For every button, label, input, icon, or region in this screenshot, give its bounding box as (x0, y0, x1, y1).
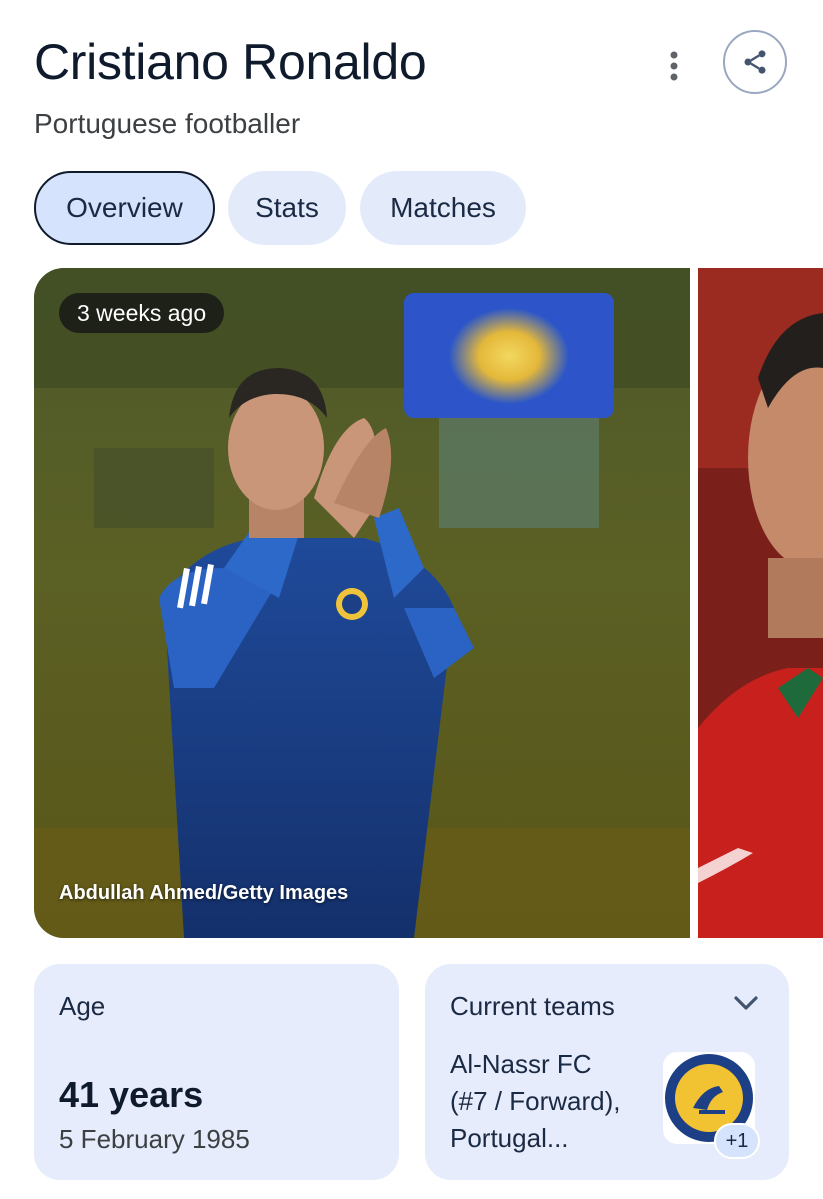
time-badge: 3 weeks ago (59, 293, 225, 333)
team-line-3: Portugal... (450, 1123, 569, 1153)
player-photo-second[interactable] (698, 268, 823, 938)
age-card[interactable]: Age 41 years 5 February 1985 (34, 964, 399, 1180)
share-button[interactable] (723, 30, 787, 94)
teams-list: Al-Nassr FC (#7 / Forward), Portugal... (450, 1046, 655, 1157)
age-label: Age (59, 991, 106, 1021)
date-of-birth: 5 February 1985 (59, 1124, 250, 1154)
team-line-2: (#7 / Forward), (450, 1086, 621, 1116)
tab-matches[interactable]: Matches (360, 171, 526, 245)
more-options-button[interactable] (654, 46, 694, 86)
photo-credit: Abdullah Ahmed/Getty Images (59, 882, 349, 904)
player-photo-main[interactable] (34, 268, 690, 938)
page-subtitle: Portuguese footballer (34, 108, 301, 139)
page-title: Cristiano Ronaldo (34, 34, 427, 90)
player-image-2 (698, 268, 823, 938)
more-teams-badge: +1 (714, 1123, 760, 1159)
player-image (34, 268, 690, 938)
share-icon (744, 50, 766, 74)
current-teams-label: Current teams (450, 991, 615, 1021)
current-teams-card[interactable]: Current teams Al-Nassr FC (#7 / Forward)… (425, 964, 789, 1180)
age-value: 41 years (59, 1074, 204, 1115)
more-vert-icon (670, 51, 678, 81)
expand-teams-button[interactable] (733, 994, 759, 1017)
chevron-down-icon (734, 996, 758, 1010)
tab-overview[interactable]: Overview (34, 171, 215, 245)
team-line-1: Al-Nassr FC (450, 1049, 592, 1079)
tab-stats[interactable]: Stats (228, 171, 346, 245)
